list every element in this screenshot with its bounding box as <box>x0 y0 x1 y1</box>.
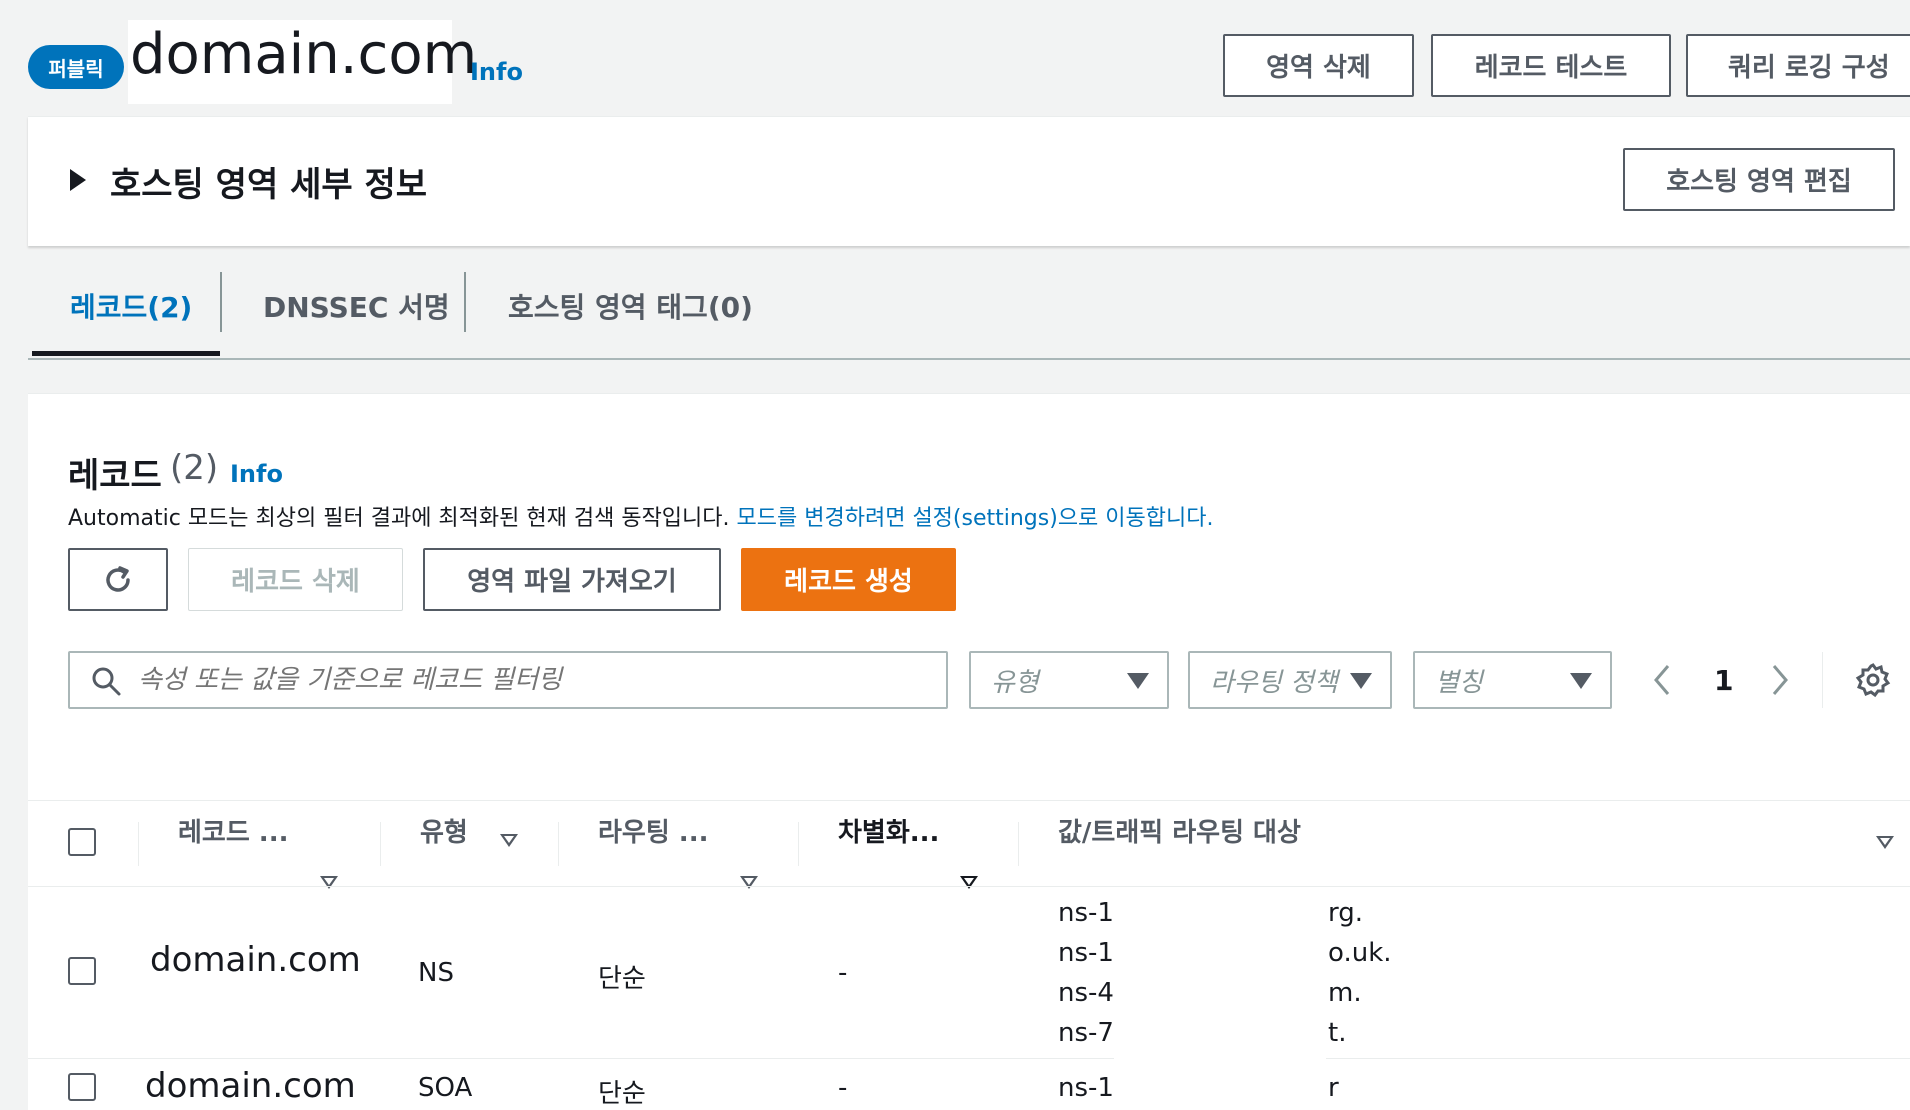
row-checkbox[interactable] <box>68 1073 96 1101</box>
column-separator <box>138 822 139 866</box>
header-info-link[interactable]: Info <box>470 58 523 86</box>
create-record-button[interactable]: 레코드 생성 <box>741 548 956 611</box>
page-number[interactable]: 1 <box>1714 664 1733 697</box>
record-type: NS <box>418 958 454 988</box>
search-icon <box>92 667 121 696</box>
sort-caret-icon[interactable] <box>960 876 978 889</box>
column-separator <box>558 822 559 866</box>
type-filter-caret-icon <box>1127 673 1149 689</box>
public-badge: 퍼블릭 <box>28 45 124 89</box>
record-routing: 단순 <box>598 964 646 994</box>
prev-page-icon[interactable] <box>1650 662 1674 698</box>
row-divider <box>28 1058 1910 1059</box>
test-record-button[interactable]: 레코드 테스트 <box>1431 34 1671 97</box>
record-type: SOA <box>418 1073 473 1103</box>
type-filter-label: 유형 <box>991 667 1039 698</box>
tab-separator <box>220 272 222 332</box>
query-logging-button[interactable]: 쿼리 로깅 구성 <box>1686 34 1910 97</box>
column-header-routing[interactable]: 라우팅 ... <box>598 812 708 849</box>
routing-filter[interactable]: 라우팅 정책 <box>1188 651 1392 709</box>
tab-dnssec[interactable]: DNSSEC 서명 <box>263 286 450 326</box>
records-description: Automatic 모드는 최상의 필터 결과에 최적화된 현재 검색 동작입니… <box>68 500 1213 532</box>
record-value-suffix: t. <box>1328 1018 1347 1048</box>
row-checkbox[interactable] <box>68 957 96 985</box>
description-text: Automatic 모드는 최상의 필터 결과에 최적화된 현재 검색 동작입니… <box>68 506 730 531</box>
record-name[interactable]: domain.com <box>145 1066 356 1106</box>
table-header-line-bottom <box>28 886 1910 887</box>
tab-bar: 레코드(2) DNSSEC 서명 호스팅 영역 태그(0) <box>28 270 1910 360</box>
sort-caret-icon[interactable] <box>1876 836 1894 849</box>
record-value-suffix: o.uk. <box>1328 938 1392 968</box>
delete-record-button[interactable]: 레코드 삭제 <box>188 548 403 611</box>
column-header-record-name[interactable]: 레코드 ... <box>178 812 288 849</box>
details-title[interactable]: 호스팅 영역 세부 정보 <box>110 157 427 206</box>
record-value-suffix: m. <box>1328 978 1362 1008</box>
column-header-differentiator[interactable]: 차별화... <box>838 812 939 849</box>
record-routing: 단순 <box>598 1079 646 1109</box>
sort-caret-icon[interactable] <box>320 876 338 889</box>
records-info-link[interactable]: Info <box>230 460 283 488</box>
redaction-mask <box>1346 1066 1886 1110</box>
column-header-value[interactable]: 값/트래픽 라우팅 대상 <box>1058 812 1301 849</box>
details-panel: 호스팅 영역 세부 정보 호스팅 영역 편집 <box>28 116 1910 246</box>
record-value-prefix: ns-4 <box>1058 978 1114 1008</box>
refresh-icon <box>106 565 130 592</box>
redaction-mask <box>1114 890 1326 1110</box>
page-title: domain.com <box>130 22 478 87</box>
expand-caret-icon[interactable] <box>70 169 86 191</box>
refresh-button[interactable] <box>68 548 168 611</box>
edit-zone-button[interactable]: 호스팅 영역 편집 <box>1623 148 1895 211</box>
record-value-suffix: r <box>1328 1073 1339 1103</box>
record-value-prefix: ns-1 <box>1058 1073 1114 1103</box>
tab-records[interactable]: 레코드(2) <box>70 286 192 326</box>
column-separator <box>798 822 799 866</box>
tab-tags[interactable]: 호스팅 영역 태그(0) <box>508 286 753 326</box>
column-separator <box>380 822 381 866</box>
tab-bar-line <box>28 358 1910 360</box>
record-name[interactable]: domain.com <box>150 940 361 980</box>
records-count: (2) <box>170 448 219 488</box>
alias-filter-label: 별칭 <box>1435 667 1483 698</box>
routing-filter-caret-icon <box>1350 673 1372 689</box>
next-page-icon[interactable] <box>1768 662 1792 698</box>
alias-filter[interactable]: 별칭 <box>1413 651 1612 709</box>
alias-filter-caret-icon <box>1570 673 1592 689</box>
import-zone-file-button[interactable]: 영역 파일 가져오기 <box>423 548 721 611</box>
sort-caret-icon[interactable] <box>500 834 518 847</box>
record-value-prefix: ns-1 <box>1058 898 1114 928</box>
pagination-separator <box>1822 652 1823 708</box>
record-differentiator: - <box>838 958 848 988</box>
tab-active-underline <box>32 351 220 356</box>
record-value-suffix: rg. <box>1328 898 1364 928</box>
type-filter[interactable]: 유형 <box>969 651 1169 709</box>
select-all-checkbox[interactable] <box>68 828 96 856</box>
delete-zone-button[interactable]: 영역 삭제 <box>1223 34 1414 97</box>
record-value-prefix: ns-7 <box>1058 1018 1114 1048</box>
search-box[interactable] <box>68 651 948 709</box>
table-header-line-top <box>28 800 1910 801</box>
record-differentiator: - <box>838 1073 848 1103</box>
column-separator <box>1018 822 1019 866</box>
search-input[interactable] <box>138 661 928 699</box>
record-value-prefix: ns-1 <box>1058 938 1114 968</box>
gear-icon[interactable] <box>1855 662 1891 698</box>
settings-link[interactable]: 모드를 변경하려면 설정(settings)으로 이동합니다. <box>737 506 1214 531</box>
routing-filter-label: 라우팅 정책 <box>1210 667 1338 698</box>
sort-caret-icon[interactable] <box>740 876 758 889</box>
records-title: 레코드 <box>68 456 162 496</box>
tab-separator <box>464 272 466 332</box>
column-header-type[interactable]: 유형 <box>420 812 468 849</box>
